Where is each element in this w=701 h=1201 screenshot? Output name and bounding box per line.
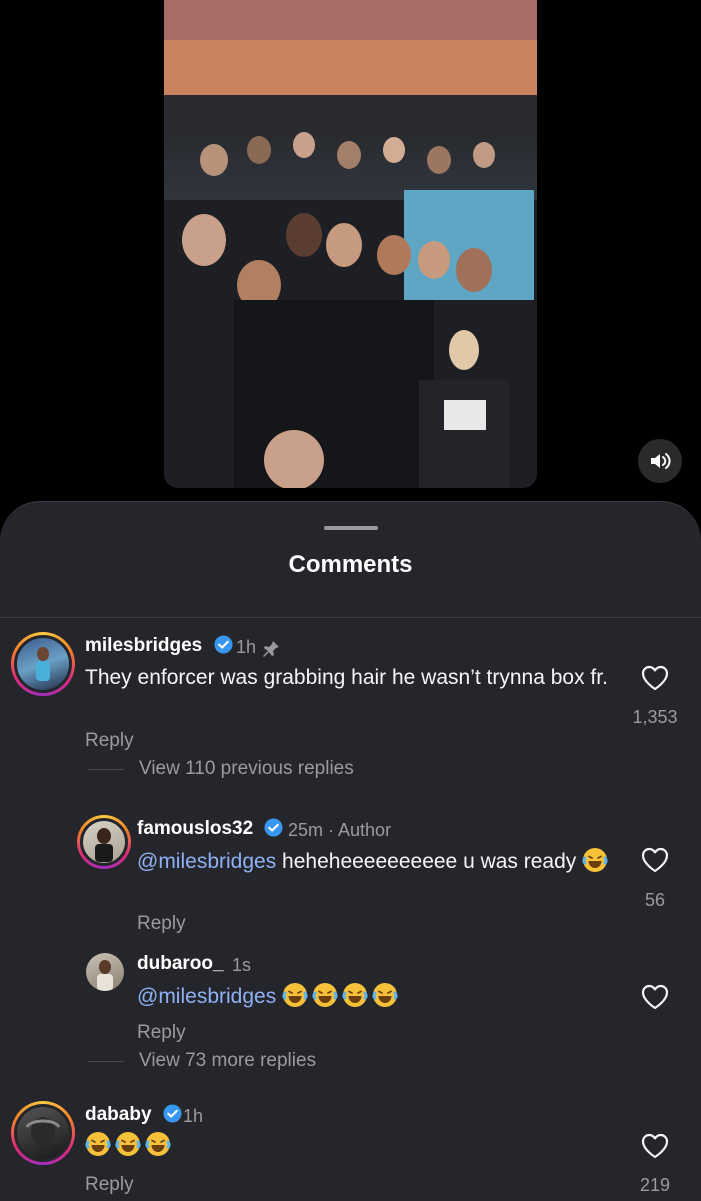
- pin-icon: [263, 641, 279, 657]
- drag-handle[interactable]: [324, 526, 378, 530]
- author-label: · Author: [328, 820, 392, 840]
- verified-badge-icon: [213, 635, 233, 654]
- comment-text: @milesbridges: [137, 982, 617, 1011]
- heart-icon[interactable]: [641, 984, 669, 1010]
- mention-link[interactable]: @milesbridges: [137, 850, 276, 873]
- comment-time: 25m · Author: [288, 820, 392, 840]
- sound-toggle-button[interactable]: [638, 439, 682, 483]
- comment-time: 1h: [236, 637, 257, 657]
- comment-username[interactable]: milesbridges: [85, 635, 233, 657]
- laughing-tears-emoji: [582, 848, 608, 872]
- speaker-icon: [651, 453, 671, 469]
- comment-username[interactable]: dubaroo_: [137, 953, 224, 975]
- laughing-tears-emoji: [342, 983, 368, 1007]
- comment-text: @milesbridges heheheeeeeeeeee u was read…: [137, 847, 617, 876]
- comment-text: They enforcer was grabbing hair he wasn’…: [85, 666, 608, 689]
- mention-link[interactable]: @milesbridges: [137, 985, 276, 1008]
- thread-line: [88, 1061, 124, 1062]
- heart-icon[interactable]: [641, 847, 669, 873]
- avatar: [14, 635, 72, 693]
- like-count: 56: [644, 890, 666, 910]
- avatar: [80, 818, 128, 866]
- laughing-tears-emoji: [115, 1132, 141, 1156]
- laughing-tears-emoji: [372, 983, 398, 1007]
- view-replies-link[interactable]: View 73 more replies: [139, 1050, 316, 1072]
- comment-text: [85, 1131, 565, 1160]
- reply-button[interactable]: Reply: [85, 730, 134, 752]
- like-count: 219: [639, 1175, 671, 1195]
- reply-button[interactable]: Reply: [137, 913, 186, 935]
- laughing-tears-emoji: [282, 983, 308, 1007]
- laughing-tears-emoji: [145, 1132, 171, 1156]
- avatar: [14, 1104, 72, 1162]
- comment-username[interactable]: famouslos32: [137, 818, 283, 840]
- video-player[interactable]: [164, 0, 537, 488]
- sheet-title: Comments: [288, 551, 413, 578]
- video-frame: [164, 0, 537, 488]
- comment-username[interactable]: dababy: [85, 1104, 182, 1126]
- heart-icon[interactable]: [641, 665, 669, 691]
- comment-time: 1s: [232, 955, 252, 975]
- thread-line: [88, 769, 124, 770]
- like-count: 1,353: [632, 707, 678, 727]
- divider: [0, 617, 701, 618]
- view-replies-link[interactable]: View 110 previous replies: [139, 758, 354, 780]
- laughing-tears-emoji: [85, 1132, 111, 1156]
- verified-badge-icon: [163, 1104, 182, 1123]
- laughing-tears-emoji: [312, 983, 338, 1007]
- heart-icon[interactable]: [641, 1133, 669, 1159]
- reply-button[interactable]: Reply: [137, 1022, 186, 1044]
- verified-badge-icon: [264, 818, 283, 837]
- comment-time: 1h: [183, 1106, 204, 1126]
- reply-button[interactable]: Reply: [85, 1174, 134, 1196]
- avatar[interactable]: [86, 953, 124, 991]
